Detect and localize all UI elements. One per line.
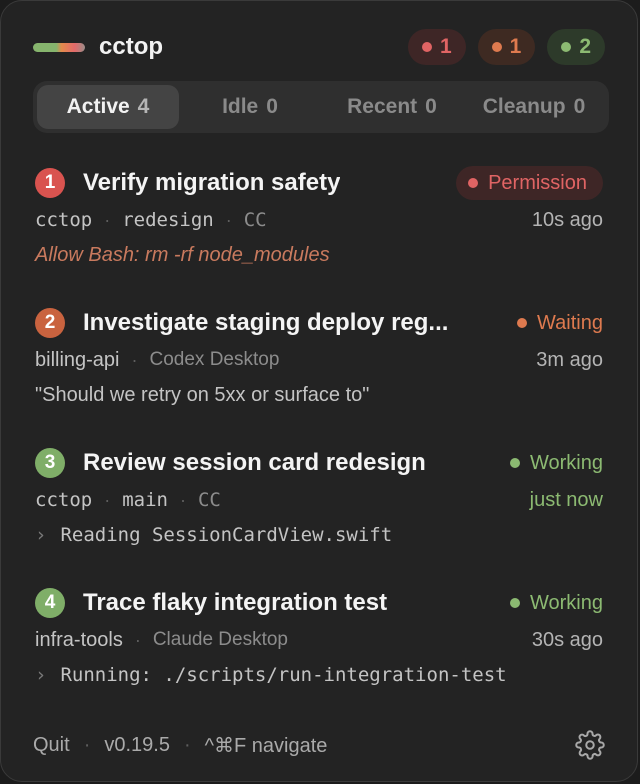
footer: Quit · v0.19.5 · ^⌘F navigate: [33, 725, 605, 765]
separator: ·: [131, 349, 138, 370]
session-detail: › Reading SessionCardView.swift: [35, 524, 393, 546]
session-number-badge: 2: [35, 308, 65, 338]
session-meta: cctop · main · CC: [35, 489, 221, 511]
session-detail: Allow Bash: rm -rf node_modules: [35, 243, 330, 266]
separator: ·: [104, 489, 111, 510]
status-dot-icon: [510, 598, 520, 608]
session-time: 10s ago: [531, 208, 603, 231]
tab-recent[interactable]: Recent 0: [321, 85, 463, 129]
session-project: cctop: [35, 489, 93, 511]
session-title: Investigate staging deploy reg...: [83, 309, 449, 336]
session-detail: "Should we retry on 5xx or surface to": [35, 383, 370, 406]
session-status: Waiting: [517, 312, 603, 335]
app-title: cctop: [99, 33, 164, 60]
session-time: 3m ago: [536, 348, 603, 371]
session-project: infra-tools: [35, 628, 123, 651]
session-time: 30s ago: [531, 628, 603, 651]
status-dot-icon: [510, 458, 520, 468]
session-number-badge: 4: [35, 588, 65, 618]
tab-idle[interactable]: Idle 0: [179, 85, 321, 129]
session-meta: cctop · redesign · CC: [35, 209, 267, 231]
permission-count-badge[interactable]: 1: [407, 29, 466, 65]
separator: ·: [83, 733, 91, 756]
separator: ·: [225, 209, 232, 230]
session-project: cctop: [35, 209, 93, 231]
separator: ·: [183, 733, 191, 756]
session-meta: billing-api · Codex Desktop: [35, 349, 279, 372]
session-client: Codex Desktop: [149, 349, 280, 370]
session-status: Working: [510, 592, 603, 615]
separator: ·: [179, 489, 186, 510]
session-card[interactable]: 1 Verify migration safety Permission cct…: [35, 165, 603, 275]
session-branch: redesign: [122, 209, 214, 231]
red-dot-icon: [421, 42, 432, 52]
session-client: CC: [243, 209, 267, 231]
session-status: Working: [510, 452, 603, 475]
session-branch: main: [122, 489, 168, 511]
header: cctop 1 1 2: [33, 27, 605, 67]
chevron-right-icon: ›: [35, 664, 47, 686]
status-dot-icon: [517, 318, 528, 328]
status-badges: 1 1 2: [407, 29, 605, 65]
orange-dot-icon: [491, 42, 502, 52]
tab-active[interactable]: Active 4: [37, 85, 179, 129]
waiting-count-badge[interactable]: 1: [477, 29, 536, 65]
session-status: Permission: [456, 166, 603, 200]
session-title: Trace flaky integration test: [83, 589, 388, 616]
gear-icon[interactable]: [575, 730, 605, 760]
tab-bar: Active 4 Idle 0 Recent 0 Cleanup 0: [33, 81, 609, 133]
session-meta: infra-tools · Claude Desktop: [35, 629, 288, 652]
session-card[interactable]: 3 Review session card redesign Working c…: [35, 445, 603, 555]
session-time: just now: [529, 488, 603, 511]
session-client: CC: [197, 489, 221, 511]
version-label: v0.19.5: [104, 733, 170, 756]
session-title: Verify migration safety: [83, 169, 341, 196]
navigate-shortcut-hint: ^⌘F navigate: [204, 734, 328, 757]
session-card[interactable]: 2 Investigate staging deploy reg... Wait…: [35, 305, 603, 415]
separator: ·: [104, 209, 111, 230]
session-client: Claude Desktop: [152, 629, 289, 650]
chevron-right-icon: ›: [35, 524, 47, 546]
session-number-badge: 1: [35, 168, 65, 198]
session-title: Review session card redesign: [83, 449, 426, 476]
app-logo: [33, 42, 85, 52]
working-count-badge[interactable]: 2: [547, 29, 605, 65]
status-dot-icon: [468, 178, 479, 188]
session-card[interactable]: 4 Trace flaky integration test Working i…: [35, 585, 603, 695]
session-project: billing-api: [35, 348, 120, 371]
separator: ·: [134, 629, 141, 650]
session-number-badge: 3: [35, 448, 65, 478]
session-detail: › Running: ./scripts/run-integration-tes…: [35, 664, 507, 686]
tab-cleanup[interactable]: Cleanup 0: [463, 85, 605, 129]
green-dot-icon: [561, 42, 572, 52]
popover-panel: cctop 1 1 2 Active 4 Idle 0 Recent 0 Cle…: [0, 0, 638, 782]
quit-button[interactable]: Quit: [33, 734, 70, 757]
